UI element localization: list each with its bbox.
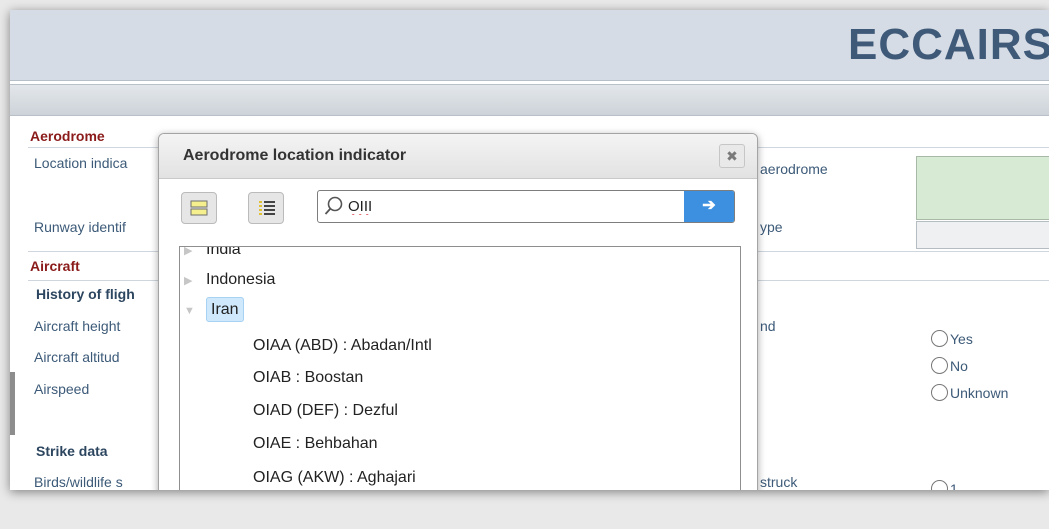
- expand-arrow-icon[interactable]: ▶: [184, 247, 196, 257]
- tree-leaf-oiad[interactable]: OIAD (DEF) : Dezful: [253, 402, 398, 420]
- radio-1-label: 1: [950, 481, 958, 490]
- radio-1[interactable]: 1: [931, 480, 958, 490]
- aerodrome-picker-dialog: Aerodrome location indicator ✖ OIII ➔ ▶ …: [158, 133, 758, 490]
- radio-yes[interactable]: Yes: [931, 330, 973, 347]
- app-window: ECCAIRS Aerodrome Location indica Runway…: [10, 10, 1049, 490]
- birds-wildlife-label: Birds/wildlife s: [34, 474, 123, 490]
- search-box[interactable]: ➔: [317, 190, 735, 223]
- tree-leaf-oiae[interactable]: OIAE : Behbahan: [253, 435, 378, 453]
- list-view-button[interactable]: [248, 192, 284, 224]
- aircraft-height-label: Aircraft height: [34, 318, 121, 334]
- aerodrome-name-field[interactable]: [916, 156, 1049, 220]
- aircraft-altitude-label: Aircraft altitud: [34, 349, 120, 365]
- airspeed-label: Airspeed: [34, 381, 90, 397]
- dialog-header: Aerodrome location indicator ✖: [159, 134, 757, 179]
- nearest-aerodrome-label: aerodrome: [760, 161, 828, 177]
- location-tree[interactable]: ▶ India ▶ Indonesia ▼ Iran OIAA (ABD) : Aba…: [179, 246, 741, 490]
- radio-unknown[interactable]: Unknown: [931, 384, 1008, 401]
- tree-node-india[interactable]: ▶ India: [184, 246, 241, 259]
- struck-label: struck: [760, 474, 798, 490]
- panel-view-icon: [190, 200, 208, 216]
- tree-node-indonesia[interactable]: ▶ Indonesia: [184, 271, 275, 289]
- aerodrome-type-field[interactable]: [916, 221, 1049, 249]
- type-label: ype: [760, 219, 783, 235]
- tree-node-label: Iran: [206, 297, 244, 322]
- radio-circle[interactable]: [931, 480, 948, 490]
- radio-no[interactable]: No: [931, 357, 968, 374]
- panel-view-button[interactable]: [181, 192, 217, 224]
- location-indicator-label: Location indica: [34, 155, 128, 171]
- dialog-title: Aerodrome location indicator: [183, 147, 407, 164]
- search-icon: [324, 196, 343, 215]
- tree-leaf-oiag[interactable]: OIAG (AKW) : Aghajari: [253, 469, 416, 487]
- tree-node-label: Indonesia: [206, 271, 276, 288]
- tree-node-label: India: [206, 246, 241, 258]
- tree-leaf-oiab[interactable]: OIAB : Boostan: [253, 369, 363, 387]
- tree-leaf-oiaa[interactable]: OIAA (ABD) : Abadan/Intl: [253, 337, 432, 355]
- list-view-icon: [259, 201, 275, 215]
- scrollbar-thumb[interactable]: [10, 372, 15, 435]
- strike-data-label: Strike data: [36, 443, 108, 459]
- close-button[interactable]: ✖: [719, 144, 745, 168]
- app-header: ECCAIRS: [10, 10, 1049, 81]
- toolbar: [10, 84, 1049, 116]
- runway-label: Runway identif: [34, 219, 126, 235]
- radio-no-label: No: [950, 358, 968, 374]
- ground-label: nd: [760, 318, 776, 334]
- section-aerodrome: Aerodrome: [30, 128, 105, 144]
- tree-node-iran[interactable]: ▼ Iran: [184, 297, 244, 322]
- section-aircraft: Aircraft: [30, 258, 80, 274]
- collapse-arrow-icon[interactable]: ▼: [184, 305, 196, 317]
- radio-yes-label: Yes: [950, 331, 973, 347]
- expand-arrow-icon[interactable]: ▶: [184, 274, 196, 287]
- radio-unknown-label: Unknown: [950, 385, 1009, 401]
- history-of-flight-label: History of fligh: [36, 286, 135, 302]
- radio-circle[interactable]: [931, 330, 948, 347]
- app-title: ECCAIRS: [847, 20, 1049, 69]
- radio-circle[interactable]: [931, 357, 948, 374]
- radio-circle[interactable]: [931, 384, 948, 401]
- search-go-button[interactable]: ➔: [684, 191, 734, 222]
- search-input[interactable]: [348, 196, 668, 216]
